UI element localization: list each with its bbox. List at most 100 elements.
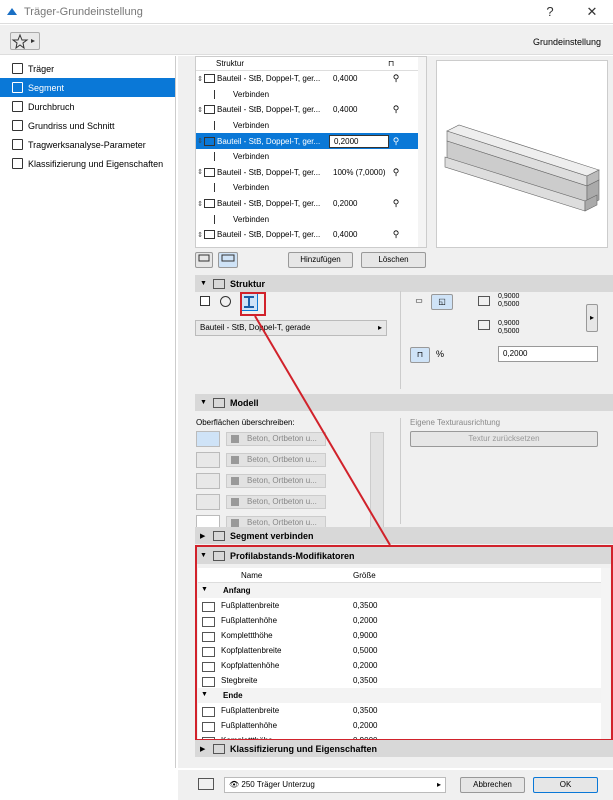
favorites-button[interactable] bbox=[10, 32, 40, 50]
segment-row[interactable]: ⇕ Bauteil - StB, Doppel-T, ger... 0,2000 ⚲ bbox=[196, 196, 426, 212]
segment-list[interactable]: Struktur ⊓ ⇕ Bauteil - StB, Doppel-T, ger… bbox=[195, 56, 427, 248]
segment-row[interactable]: ⇕ Bauteil - StB, Doppel-T, ger... 0,4000 ⚲ bbox=[196, 102, 426, 118]
segment-row[interactable]: ⇕ Bauteil - StB, Doppel-T, ger... 0,4000 ⚲ bbox=[196, 71, 426, 87]
hole-icon bbox=[12, 101, 23, 112]
highlight-box bbox=[195, 545, 613, 741]
material-3[interactable]: Beton, Ortbeton u... bbox=[226, 474, 326, 488]
percent-toggle[interactable]: % bbox=[436, 349, 444, 359]
segment-length: 0,4000 bbox=[333, 230, 358, 240]
drag-handle-icon[interactable]: ⇕ bbox=[196, 231, 204, 239]
segment-row[interactable]: ⇕ Bauteil - StB, Doppel-T, ger... 100% (7,… bbox=[196, 165, 426, 181]
connection-row[interactable]: Verbinden bbox=[196, 118, 426, 134]
nav-item-klassifizierung[interactable]: Klassifizierung und Eigenschaften bbox=[0, 154, 175, 173]
segment-list-scrollbar[interactable] bbox=[418, 57, 426, 247]
material-4[interactable]: Beton, Ortbeton u... bbox=[226, 495, 326, 509]
nav-item-traeger[interactable]: Träger bbox=[0, 59, 175, 78]
nav-item-durchbruch[interactable]: Durchbruch bbox=[0, 97, 175, 116]
length-icon: ⊓ bbox=[388, 59, 395, 68]
delete-button[interactable]: Löschen bbox=[361, 252, 426, 268]
segment-name: Bauteil - StB, Doppel-T, ger... bbox=[217, 136, 321, 146]
drag-handle-icon[interactable]: ⇕ bbox=[196, 75, 204, 83]
toolbar: Grundeinstellung bbox=[0, 25, 613, 55]
window-title: Träger-Grundeinstellung bbox=[24, 5, 143, 18]
connection-row[interactable]: Verbinden bbox=[196, 180, 426, 196]
cancel-button[interactable]: Abbrechen bbox=[460, 777, 525, 793]
segment-length[interactable]: 0,2000 bbox=[329, 134, 389, 148]
star-icon bbox=[11, 33, 35, 50]
view-mode-3d-button[interactable] bbox=[218, 252, 238, 268]
classification-icon bbox=[12, 158, 23, 169]
shape-rect-button[interactable] bbox=[200, 296, 210, 306]
dim-value: 0,5000 bbox=[498, 301, 520, 308]
highlight-box-small bbox=[240, 292, 266, 316]
profile-dim-icon bbox=[478, 320, 490, 330]
material-link-button[interactable] bbox=[370, 432, 384, 530]
app-icon bbox=[7, 8, 17, 15]
drag-handle-icon[interactable]: ⇕ bbox=[196, 137, 204, 145]
anchor-right-button[interactable]: ◱ bbox=[431, 294, 453, 310]
nav-label: Grundriss und Schnitt bbox=[28, 120, 115, 131]
connection-row[interactable]: Verbinden bbox=[196, 149, 426, 165]
connection-label: Verbinden bbox=[214, 121, 326, 131]
length-absolute-button[interactable]: ⊓ bbox=[410, 347, 430, 363]
nav-item-segment[interactable]: Segment bbox=[0, 78, 175, 97]
title-bar: Träger-Grundeinstellung ? ✕ bbox=[0, 0, 613, 24]
anchor-left-button[interactable]: ▭ bbox=[410, 294, 428, 310]
drag-handle-icon[interactable]: ⇕ bbox=[196, 200, 204, 208]
material-2[interactable]: Beton, Ortbeton u... bbox=[226, 453, 326, 467]
close-button[interactable]: ✕ bbox=[582, 3, 602, 21]
nav-item-grundriss[interactable]: Grundriss und Schnitt bbox=[0, 116, 175, 135]
segment-row[interactable]: ⇕ Bauteil - StB, Doppel-T, ger... 0,2000 ⚲ bbox=[196, 133, 426, 149]
layer-selector[interactable]: 👁 250 Träger Unterzug ▸ bbox=[224, 777, 446, 793]
drag-handle-icon[interactable]: ⇕ bbox=[196, 106, 204, 114]
profile-dim-icon bbox=[478, 296, 490, 306]
ibeam-icon bbox=[204, 167, 215, 177]
view-mode-plan-button[interactable] bbox=[195, 252, 213, 268]
3d-preview[interactable] bbox=[436, 60, 608, 248]
ibeam-icon bbox=[204, 136, 215, 146]
connection-row[interactable]: Verbinden bbox=[196, 87, 426, 103]
texture-reset-button[interactable]: Textur zurücksetzen bbox=[410, 431, 598, 447]
main-panel: Struktur ⊓ ⇕ Bauteil - StB, Doppel-T, ger… bbox=[178, 56, 613, 768]
material-1[interactable]: Beton, Ortbeton u... bbox=[226, 432, 326, 446]
struktur-section-header[interactable]: ▼ Struktur bbox=[195, 275, 613, 292]
connection-row[interactable]: Verbinden bbox=[196, 211, 426, 227]
segment-length-input[interactable]: 0,2000 bbox=[498, 346, 598, 362]
add-button[interactable]: Hinzufügen bbox=[288, 252, 353, 268]
eye-icon: 👁 bbox=[229, 780, 242, 789]
dim-value: 0,5000 bbox=[498, 328, 520, 335]
segment-verbinden-section-header[interactable]: ▶ Segment verbinden bbox=[195, 527, 613, 544]
classification-icon bbox=[213, 743, 225, 754]
help-button[interactable]: ? bbox=[540, 3, 560, 21]
klassifizierung-section-header[interactable]: ▶ Klassifizierung und Eigenschaften bbox=[195, 740, 613, 757]
texture-label: Eigene Texturausrichtung bbox=[410, 418, 501, 427]
segment-length: 100% (7,0000) bbox=[333, 167, 386, 177]
ok-button[interactable]: OK bbox=[533, 777, 598, 793]
chevron-right-icon: ▸ bbox=[377, 323, 382, 332]
section-title: Segment verbinden bbox=[230, 530, 314, 541]
plan-view-icon bbox=[198, 254, 210, 262]
override-label: Oberflächen überschreiben: bbox=[196, 418, 295, 427]
collapse-icon: ▼ bbox=[200, 280, 207, 287]
surface-side-icon[interactable] bbox=[196, 473, 220, 489]
3d-view-icon bbox=[221, 254, 235, 262]
profile-name: Bauteil - StB, Doppel-T, gerade bbox=[200, 323, 311, 332]
drag-handle-icon[interactable]: ⇕ bbox=[196, 168, 204, 176]
segment-name: Bauteil - StB, Doppel-T, ger... bbox=[217, 74, 321, 84]
surface-top-icon[interactable] bbox=[196, 452, 220, 468]
surface-all-icon[interactable] bbox=[196, 431, 220, 447]
beam-preview-icon bbox=[444, 124, 600, 212]
nav-item-tragwerk[interactable]: Tragwerksanalyse-Parameter bbox=[0, 135, 175, 154]
connection-label: Verbinden bbox=[214, 214, 326, 224]
surface-end-icon[interactable] bbox=[196, 494, 220, 510]
expand-icon: ▶ bbox=[200, 532, 206, 540]
segment-row[interactable]: ⇕ Bauteil - StB, Doppel-T, ger... 0,4000 ⚲ bbox=[196, 227, 426, 243]
expand-right-button[interactable]: ▸ bbox=[586, 304, 598, 332]
segment-name: Bauteil - StB, Doppel-T, ger... bbox=[217, 167, 321, 177]
chevron-right-icon: ▸ bbox=[436, 780, 441, 789]
shape-circle-button[interactable] bbox=[220, 296, 231, 307]
profile-selector[interactable]: Bauteil - StB, Doppel-T, gerade ▸ bbox=[195, 320, 387, 336]
collapse-icon: ▼ bbox=[200, 399, 207, 406]
modell-section-header[interactable]: ▼ Modell bbox=[195, 394, 613, 411]
anchor-icon: ⚲ bbox=[392, 104, 400, 115]
